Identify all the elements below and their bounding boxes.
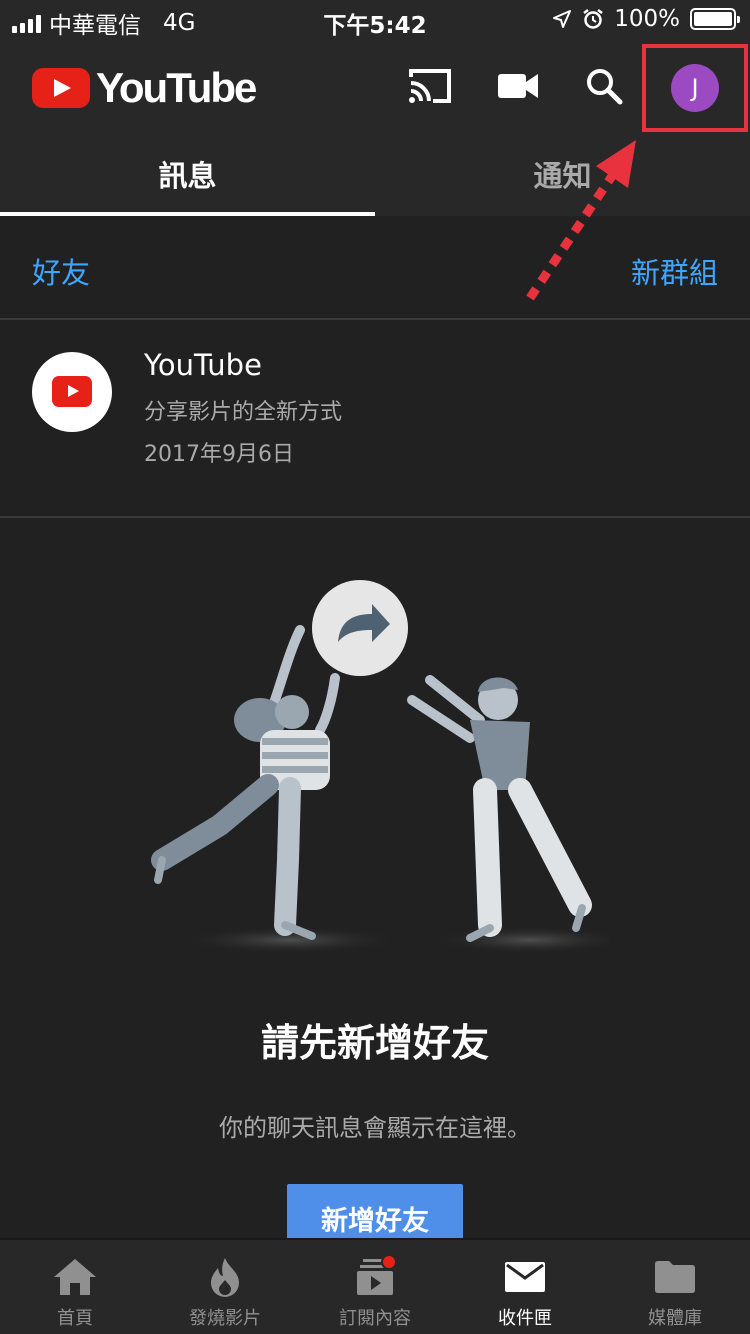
friends-row: 好友 新群組 [0,216,750,320]
conversation-subtitle: 分享影片的全新方式 [144,400,343,425]
tab-messages[interactable]: 訊息 [0,132,375,216]
location-arrow-icon [553,10,572,28]
nav-inbox[interactable]: 收件匣 [450,1240,600,1334]
conversation-name: YouTube [144,348,262,382]
tab-bar: 訊息 通知 [0,132,750,216]
conversation-item[interactable]: YouTube 分享影片的全新方式 2017年9月6日 [0,320,750,518]
video-camera-icon [498,74,538,98]
youtube-channel-avatar [32,352,112,432]
tab-notifications[interactable]: 通知 [375,132,750,216]
nav-label-subscriptions: 訂閱內容 [339,1308,411,1329]
notification-badge [381,1254,397,1270]
nav-subscriptions[interactable]: 訂閱內容 [300,1240,450,1334]
folder-icon [651,1254,699,1300]
share-illustration [151,580,610,954]
empty-state-title: 請先新增好友 [260,1021,489,1065]
conversation-date: 2017年9月6日 [144,442,294,467]
subscriptions-icon [351,1254,399,1300]
nav-library[interactable]: 媒體庫 [600,1240,750,1334]
status-right: 100% [552,6,740,32]
new-group-link[interactable]: 新群組 [631,250,718,292]
nav-label-home: 首頁 [57,1308,93,1329]
battery-icon [690,8,740,30]
avatar-highlight-box: J [642,44,748,132]
nav-label-trending: 發燒影片 [189,1308,261,1329]
account-avatar[interactable]: J [671,64,719,112]
youtube-logo[interactable]: YouTube [32,64,257,112]
status-bar: 中華電信 4G 下午5:42 100% [0,0,750,40]
cast-icon [409,69,451,103]
app-header: YouTube J [0,40,750,132]
youtube-play-icon [32,68,90,108]
cast-button[interactable] [402,60,458,112]
nav-trending[interactable]: 發燒影片 [150,1240,300,1334]
friends-link[interactable]: 好友 [32,250,90,292]
nav-label-inbox: 收件匣 [498,1308,552,1329]
upload-video-button[interactable] [490,60,546,112]
alarm-icon [583,9,603,29]
nav-home[interactable]: 首頁 [0,1240,150,1334]
battery-percent: 100% [614,6,680,32]
logo-text: YouTube [96,64,257,111]
search-icon [587,69,623,105]
nav-label-library: 媒體庫 [648,1308,702,1329]
home-icon [51,1254,99,1300]
empty-state-subtitle: 你的聊天訊息會顯示在這裡。 [219,1114,531,1142]
flame-icon [201,1254,249,1300]
search-button[interactable] [576,60,632,112]
bottom-navigation: 首頁 發燒影片 訂閱內容 收件匣 媒體庫 [0,1238,750,1334]
inbox-icon [501,1254,549,1300]
